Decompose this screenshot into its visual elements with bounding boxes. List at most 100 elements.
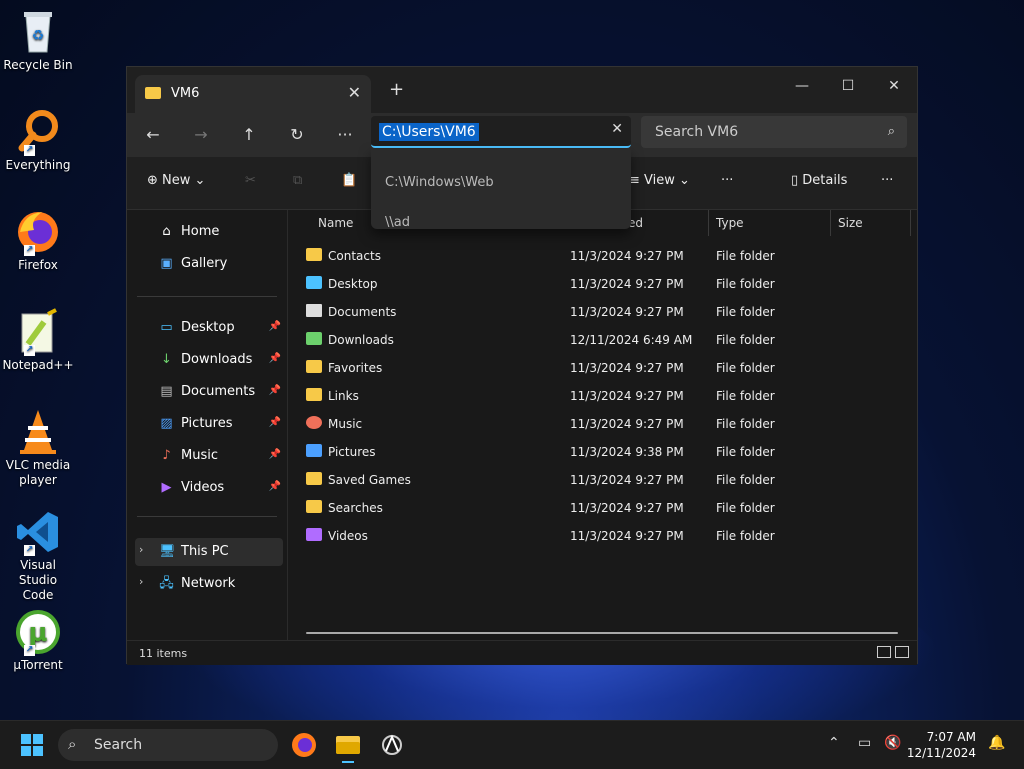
sidebar-item-gallery[interactable]: ▣ Gallery [135,250,283,278]
horizontal-scrollbar[interactable] [306,632,898,634]
pin-icon[interactable]: 📌 [269,321,281,332]
file-type: File folder [716,305,775,319]
column-header-name[interactable]: Name [318,210,353,236]
maximize-button[interactable]: ☐ [825,71,871,101]
document-icon: ▤ [160,384,173,399]
copy-icon[interactable]: ⧉ [293,173,302,188]
search-icon: ⌕ [887,124,895,139]
new-button[interactable]: ⊕ New ⌄ [147,173,205,188]
more-options-button-right[interactable]: ··· [881,173,893,188]
column-header-type[interactable]: Type [716,210,744,236]
desktop-icon-vscode[interactable]: ↗ Visual Studio Code [2,508,74,603]
sidebar-item-desktop[interactable]: ▭ Desktop 📌 [135,314,283,342]
back-button[interactable]: ← [139,121,167,149]
up-button[interactable]: ↑ [235,121,263,149]
pin-icon[interactable]: 📌 [269,481,281,492]
desktop-icon-recycle-bin[interactable]: ♻ Recycle Bin [2,8,74,73]
table-row[interactable]: Saved Games 11/3/2024 9:27 PM File folder [300,466,910,494]
minimize-button[interactable]: — [779,71,825,101]
column-separator[interactable] [708,210,709,236]
table-row[interactable]: Music 11/3/2024 9:27 PM File folder [300,410,910,438]
chevron-right-icon[interactable]: › [139,543,143,556]
sidebar-item-music[interactable]: ♪ Music 📌 [135,442,283,470]
more-nav-button[interactable]: ··· [331,121,359,149]
tab-close-icon[interactable]: ✕ [348,83,361,102]
pin-icon[interactable]: 📌 [269,385,281,396]
table-row[interactable]: Searches 11/3/2024 9:27 PM File folder [300,494,910,522]
file-name: Desktop [328,277,378,291]
sidebar-item-documents[interactable]: ▤ Documents 📌 [135,378,283,406]
clear-address-icon[interactable]: ✕ [611,121,623,137]
table-row[interactable]: Links 11/3/2024 9:27 PM File folder [300,382,910,410]
file-name: Documents [328,305,397,319]
desktop-icon-notepad-plus-plus[interactable]: ↗ Notepad++ [2,308,74,373]
tiles-view-icon[interactable] [895,646,909,658]
desktop-icon-utorrent[interactable]: µ ↗ µTorrent [2,608,74,673]
folder-icon [145,87,161,99]
table-row[interactable]: Contacts 11/3/2024 9:27 PM File folder [300,242,910,270]
file-type: File folder [716,445,775,459]
column-separator[interactable] [910,210,911,236]
folder-icon [306,472,322,485]
close-window-button[interactable]: ✕ [871,71,917,101]
pin-icon[interactable]: 📌 [269,417,281,428]
pin-icon[interactable]: 📌 [269,449,281,460]
notification-bell-icon[interactable]: 🔔 [988,735,1005,751]
forward-button[interactable]: → [187,121,215,149]
table-row[interactable]: Favorites 11/3/2024 9:27 PM File folder [300,354,910,382]
new-tab-button[interactable]: + [389,79,404,100]
refresh-button[interactable]: ↻ [283,121,311,149]
search-icon: ⌕ [68,735,77,753]
taskbar-search[interactable]: ⌕ Search [58,729,278,761]
windows-logo-icon [21,734,43,756]
desktop-icon-label: µTorrent [13,658,63,672]
chevron-right-icon[interactable]: › [139,575,143,588]
pin-icon[interactable]: 📌 [269,353,281,364]
desktop-icon-everything[interactable]: ↗ Everything [2,108,74,173]
clock[interactable]: 7:07 AM 12/11/2024 [907,729,976,761]
chevron-up-icon[interactable]: ⌃ [828,735,840,751]
start-button[interactable] [14,727,50,763]
suggestion-item[interactable]: \\ad [385,215,410,230]
file-type: File folder [716,249,775,263]
taskbar: ⌕ Search ⌃ ▭ 🔇 7:07 AM 12/11/2024 🔔 [0,720,1024,769]
more-options-button[interactable]: ··· [721,173,733,188]
cut-icon[interactable]: ✂ [245,173,256,188]
column-header-size[interactable]: Size [838,210,863,236]
search-input[interactable]: Search VM6 [655,124,738,140]
details-view-icon[interactable] [877,646,891,658]
table-row[interactable]: Pictures 11/3/2024 9:38 PM File folder [300,438,910,466]
paste-icon[interactable]: 📋 [341,173,357,188]
column-separator[interactable] [830,210,831,236]
details-button[interactable]: ▯ Details [791,173,847,188]
download-icon: ↓ [161,352,172,367]
view-button[interactable]: ≡ View ⌄ [629,173,690,188]
search-box[interactable]: Search VM6 ⌕ [641,116,907,148]
desktop-icon-vlc[interactable]: VLC media player [2,408,74,488]
sidebar-item-downloads[interactable]: ↓ Downloads 📌 [135,346,283,374]
file-name: Videos [328,529,368,543]
shortcut-arrow-icon: ↗ [24,245,35,256]
sidebar-item-home[interactable]: ⌂ Home [135,218,283,246]
sidebar-item-this-pc[interactable]: › 🖥 This PC [135,538,283,566]
firefox-icon: ↗ [14,208,62,256]
taskbar-firefox[interactable] [286,727,322,763]
taskbar-file-explorer[interactable] [330,727,366,763]
address-input[interactable]: C:\Users\VM6 [379,123,479,141]
sidebar-item-videos[interactable]: ▶ Videos 📌 [135,474,283,502]
sidebar-item-pictures[interactable]: ▨ Pictures 📌 [135,410,283,438]
network-icon[interactable]: ▭ [858,735,871,751]
table-row[interactable]: Desktop 11/3/2024 9:27 PM File folder [300,270,910,298]
tab-vm6[interactable]: VM6 ✕ [135,75,371,113]
table-row[interactable]: Downloads 12/11/2024 6:49 AM File folder [300,326,910,354]
sidebar-item-network[interactable]: › 🖧 Network [135,570,283,598]
address-bar[interactable]: C:\Users\VM6 ✕ [371,116,631,148]
file-name: Downloads [328,333,394,347]
taskbar-app[interactable] [374,727,410,763]
suggestion-item[interactable]: C:\Windows\Web [385,175,494,190]
shortcut-arrow-icon: ↗ [24,545,35,556]
desktop-icon-firefox[interactable]: ↗ Firefox [2,208,74,273]
table-row[interactable]: Documents 11/3/2024 9:27 PM File folder [300,298,910,326]
volume-icon[interactable]: 🔇 [884,735,901,751]
table-row[interactable]: Videos 11/3/2024 9:27 PM File folder [300,522,910,550]
